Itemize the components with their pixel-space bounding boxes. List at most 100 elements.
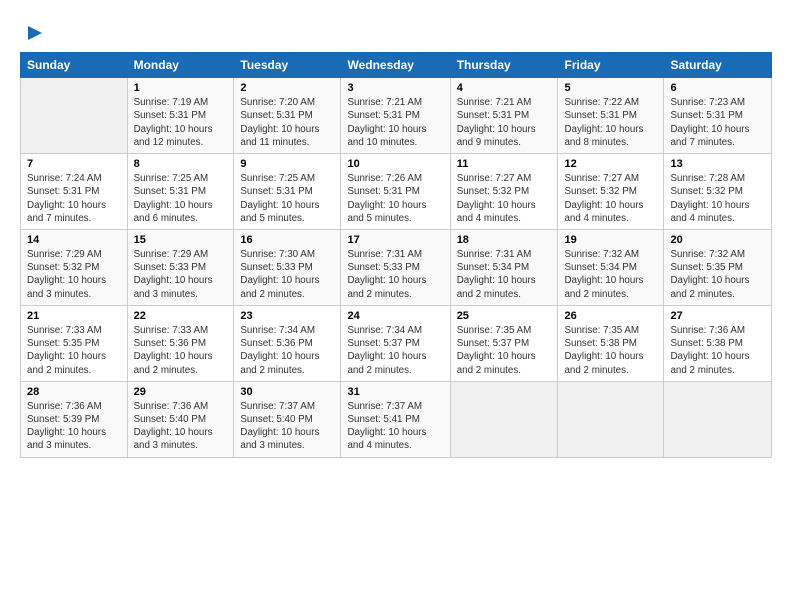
day-number: 26	[564, 310, 657, 322]
day-detail: Sunrise: 7:35 AM Sunset: 5:37 PM Dayligh…	[457, 324, 552, 377]
day-detail: Sunrise: 7:36 AM Sunset: 5:38 PM Dayligh…	[670, 324, 765, 377]
day-detail: Sunrise: 7:25 AM Sunset: 5:31 PM Dayligh…	[240, 172, 334, 225]
day-detail: Sunrise: 7:33 AM Sunset: 5:35 PM Dayligh…	[27, 324, 121, 377]
logo-icon	[22, 22, 44, 44]
calendar-cell: 26 Sunrise: 7:35 AM Sunset: 5:38 PM Dayli…	[558, 305, 664, 381]
week-row-3: 14Sunrise: 7:29 AM Sunset: 5:32 PM Dayli…	[21, 230, 772, 306]
day-number: 19	[564, 234, 657, 246]
day-number: 8	[134, 158, 228, 170]
header	[20, 18, 772, 44]
day-number: 3	[347, 82, 443, 94]
calendar-cell: 9 Sunrise: 7:25 AM Sunset: 5:31 PM Daylig…	[234, 154, 341, 230]
day-detail: Sunrise: 7:22 AM Sunset: 5:31 PM Dayligh…	[564, 96, 657, 149]
day-number: 5	[564, 82, 657, 94]
page-container: SundayMondayTuesdayWednesdayThursdayFrid…	[0, 0, 792, 468]
day-number: 12	[564, 158, 657, 170]
calendar-cell: 18 Sunrise: 7:31 AM Sunset: 5:34 PM Dayli…	[450, 230, 558, 306]
col-header-saturday: Saturday	[664, 53, 772, 78]
day-number: 10	[347, 158, 443, 170]
day-detail: Sunrise: 7:33 AM Sunset: 5:36 PM Dayligh…	[134, 324, 228, 377]
calendar-cell: 31Sunrise: 7:37 AM Sunset: 5:41 PM Dayli…	[341, 381, 450, 457]
day-detail: Sunrise: 7:24 AM Sunset: 5:31 PM Dayligh…	[27, 172, 121, 225]
day-number: 23	[240, 310, 334, 322]
week-row-5: 28 Sunrise: 7:36 AM Sunset: 5:39 PM Dayli…	[21, 381, 772, 457]
col-header-tuesday: Tuesday	[234, 53, 341, 78]
day-detail: Sunrise: 7:32 AM Sunset: 5:35 PM Dayligh…	[670, 248, 765, 301]
day-detail: Sunrise: 7:35 AM Sunset: 5:38 PM Dayligh…	[564, 324, 657, 377]
calendar-cell: 5 Sunrise: 7:22 AM Sunset: 5:31 PM Daylig…	[558, 78, 664, 154]
col-header-thursday: Thursday	[450, 53, 558, 78]
header-row: SundayMondayTuesdayWednesdayThursdayFrid…	[21, 53, 772, 78]
day-detail: Sunrise: 7:21 AM Sunset: 5:31 PM Dayligh…	[457, 96, 552, 149]
day-number: 31	[347, 386, 443, 398]
calendar-cell: 27 Sunrise: 7:36 AM Sunset: 5:38 PM Dayli…	[664, 305, 772, 381]
calendar-cell: 1Sunrise: 7:19 AM Sunset: 5:31 PM Daylig…	[127, 78, 234, 154]
week-row-1: 1Sunrise: 7:19 AM Sunset: 5:31 PM Daylig…	[21, 78, 772, 154]
col-header-sunday: Sunday	[21, 53, 128, 78]
day-detail: Sunrise: 7:32 AM Sunset: 5:34 PM Dayligh…	[564, 248, 657, 301]
calendar-cell	[558, 381, 664, 457]
day-number: 9	[240, 158, 334, 170]
calendar-cell: 19 Sunrise: 7:32 AM Sunset: 5:34 PM Dayli…	[558, 230, 664, 306]
calendar-cell: 4 Sunrise: 7:21 AM Sunset: 5:31 PM Daylig…	[450, 78, 558, 154]
day-number: 6	[670, 82, 765, 94]
calendar-table: SundayMondayTuesdayWednesdayThursdayFrid…	[20, 52, 772, 457]
day-number: 2	[240, 82, 334, 94]
day-detail: Sunrise: 7:36 AM Sunset: 5:40 PM Dayligh…	[134, 400, 228, 453]
day-number: 16	[240, 234, 334, 246]
day-number: 22	[134, 310, 228, 322]
day-detail: Sunrise: 7:34 AM Sunset: 5:37 PM Dayligh…	[347, 324, 443, 377]
day-number: 7	[27, 158, 121, 170]
calendar-cell: 24 Sunrise: 7:34 AM Sunset: 5:37 PM Dayli…	[341, 305, 450, 381]
calendar-cell: 25 Sunrise: 7:35 AM Sunset: 5:37 PM Dayli…	[450, 305, 558, 381]
day-detail: Sunrise: 7:26 AM Sunset: 5:31 PM Dayligh…	[347, 172, 443, 225]
day-detail: Sunrise: 7:28 AM Sunset: 5:32 PM Dayligh…	[670, 172, 765, 225]
day-number: 17	[347, 234, 443, 246]
day-number: 11	[457, 158, 552, 170]
calendar-cell	[450, 381, 558, 457]
calendar-cell: 23 Sunrise: 7:34 AM Sunset: 5:36 PM Dayli…	[234, 305, 341, 381]
day-detail: Sunrise: 7:34 AM Sunset: 5:36 PM Dayligh…	[240, 324, 334, 377]
day-number: 4	[457, 82, 552, 94]
calendar-cell	[664, 381, 772, 457]
calendar-cell: 15 Sunrise: 7:29 AM Sunset: 5:33 PM Dayli…	[127, 230, 234, 306]
day-number: 30	[240, 386, 334, 398]
day-detail: Sunrise: 7:27 AM Sunset: 5:32 PM Dayligh…	[457, 172, 552, 225]
calendar-cell: 16 Sunrise: 7:30 AM Sunset: 5:33 PM Dayli…	[234, 230, 341, 306]
calendar-cell: 3Sunrise: 7:21 AM Sunset: 5:31 PM Daylig…	[341, 78, 450, 154]
day-number: 21	[27, 310, 121, 322]
calendar-cell: 13 Sunrise: 7:28 AM Sunset: 5:32 PM Dayli…	[664, 154, 772, 230]
day-number: 13	[670, 158, 765, 170]
day-detail: Sunrise: 7:30 AM Sunset: 5:33 PM Dayligh…	[240, 248, 334, 301]
day-detail: Sunrise: 7:29 AM Sunset: 5:32 PM Dayligh…	[27, 248, 121, 301]
calendar-cell: 30Sunrise: 7:37 AM Sunset: 5:40 PM Dayli…	[234, 381, 341, 457]
calendar-cell: 20 Sunrise: 7:32 AM Sunset: 5:35 PM Dayli…	[664, 230, 772, 306]
calendar-cell: 21 Sunrise: 7:33 AM Sunset: 5:35 PM Dayli…	[21, 305, 128, 381]
day-detail: Sunrise: 7:29 AM Sunset: 5:33 PM Dayligh…	[134, 248, 228, 301]
day-detail: Sunrise: 7:31 AM Sunset: 5:34 PM Dayligh…	[457, 248, 552, 301]
day-number: 18	[457, 234, 552, 246]
day-number: 20	[670, 234, 765, 246]
calendar-cell: 17 Sunrise: 7:31 AM Sunset: 5:33 PM Dayli…	[341, 230, 450, 306]
calendar-cell: 2Sunrise: 7:20 AM Sunset: 5:31 PM Daylig…	[234, 78, 341, 154]
col-header-wednesday: Wednesday	[341, 53, 450, 78]
day-detail: Sunrise: 7:25 AM Sunset: 5:31 PM Dayligh…	[134, 172, 228, 225]
day-number: 27	[670, 310, 765, 322]
calendar-cell: 10 Sunrise: 7:26 AM Sunset: 5:31 PM Dayli…	[341, 154, 450, 230]
calendar-cell: 6 Sunrise: 7:23 AM Sunset: 5:31 PM Daylig…	[664, 78, 772, 154]
calendar-cell: 22 Sunrise: 7:33 AM Sunset: 5:36 PM Dayli…	[127, 305, 234, 381]
logo	[20, 22, 46, 44]
day-detail: Sunrise: 7:31 AM Sunset: 5:33 PM Dayligh…	[347, 248, 443, 301]
day-number: 1	[134, 82, 228, 94]
day-detail: Sunrise: 7:23 AM Sunset: 5:31 PM Dayligh…	[670, 96, 765, 149]
col-header-monday: Monday	[127, 53, 234, 78]
day-detail: Sunrise: 7:36 AM Sunset: 5:39 PM Dayligh…	[27, 400, 121, 453]
day-number: 25	[457, 310, 552, 322]
calendar-cell: 12 Sunrise: 7:27 AM Sunset: 5:32 PM Dayli…	[558, 154, 664, 230]
day-number: 15	[134, 234, 228, 246]
calendar-cell: 8 Sunrise: 7:25 AM Sunset: 5:31 PM Daylig…	[127, 154, 234, 230]
day-number: 24	[347, 310, 443, 322]
day-number: 28	[27, 386, 121, 398]
calendar-cell: 28 Sunrise: 7:36 AM Sunset: 5:39 PM Dayli…	[21, 381, 128, 457]
day-detail: Sunrise: 7:27 AM Sunset: 5:32 PM Dayligh…	[564, 172, 657, 225]
